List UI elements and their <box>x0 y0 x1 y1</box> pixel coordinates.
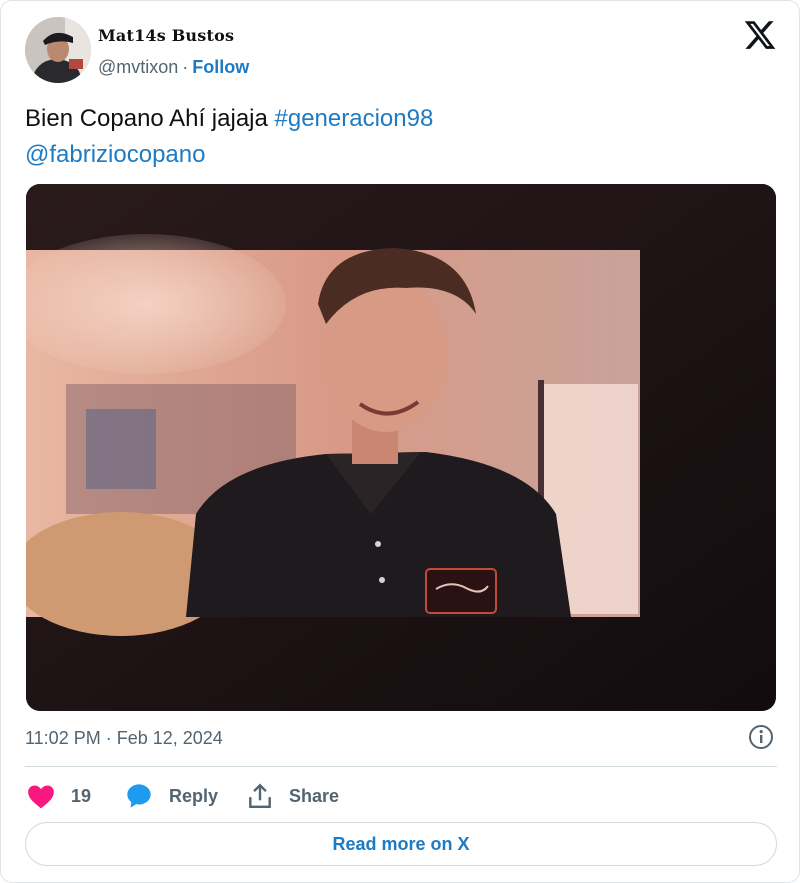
avatar[interactable] <box>25 17 91 83</box>
like-count: 19 <box>71 785 92 806</box>
divider <box>25 766 777 767</box>
hashtag-link[interactable]: #generacion98 <box>275 105 434 132</box>
tweet-body-text: Bien Copano Ahí jajaja <box>25 105 275 132</box>
info-icon[interactable] <box>748 724 774 750</box>
like-button[interactable]: 19 <box>27 781 91 811</box>
author-handle-row: @mvtixon · Follow <box>98 57 249 78</box>
tweet-embed-card: Mat14s Bustos @mvtixon · Follow Bien Copan… <box>0 0 800 883</box>
reply-button[interactable]: Reply <box>125 781 218 811</box>
photo-content <box>26 184 776 711</box>
author-name[interactable]: Mat14s Bustos <box>98 26 234 45</box>
avatar-image <box>25 17 91 83</box>
tweet-timestamp[interactable]: 11:02 PM · Feb 12, 2024 <box>25 728 223 749</box>
share-button[interactable]: Share <box>247 781 339 811</box>
author-handle[interactable]: @mvtixon <box>98 57 178 77</box>
mention-link[interactable]: @fabriziocopano <box>25 141 205 168</box>
tweet-actions: 19 Reply Share <box>25 781 777 811</box>
read-more-button[interactable]: Read more on X <box>25 822 777 866</box>
tweet-text: Bien Copano Ahí jajaja #generacion98 @fa… <box>25 101 765 173</box>
follow-button[interactable]: Follow <box>192 57 249 77</box>
heart-icon <box>28 785 54 809</box>
tweet-photo[interactable] <box>26 184 776 711</box>
share-upload-icon <box>249 783 271 808</box>
handle-separator: · <box>182 57 189 77</box>
share-label: Share <box>289 785 340 806</box>
reply-label: Reply <box>169 785 219 806</box>
x-logo-icon[interactable] <box>743 18 777 52</box>
speech-bubble-icon <box>127 784 151 808</box>
